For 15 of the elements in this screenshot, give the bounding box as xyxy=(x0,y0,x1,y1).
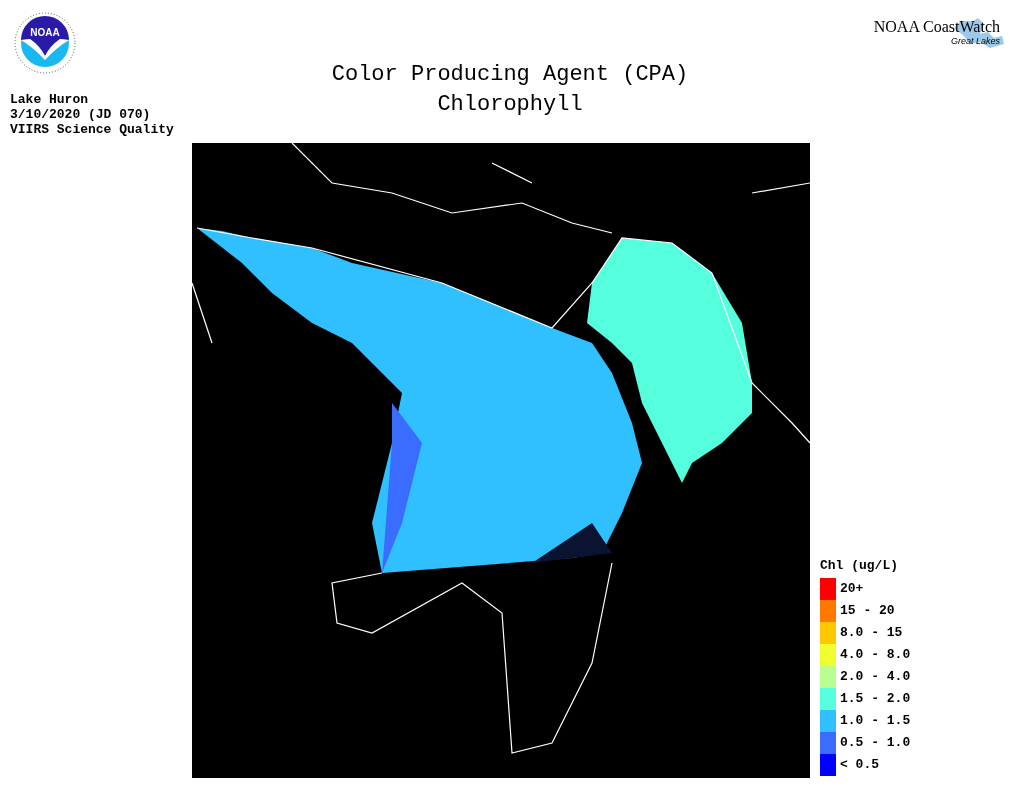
legend-label: 1.5 - 2.0 xyxy=(840,690,911,709)
info-text: 3/10/2020 (JD 070) xyxy=(10,107,152,122)
info-text: VIIRS Science Quality xyxy=(10,122,175,137)
legend-label: 2.0 - 4.0 xyxy=(840,668,911,687)
legend-label: 4.0 - 8.0 xyxy=(840,646,911,665)
legend-label: 20+ xyxy=(840,580,864,599)
map-title: Chlorophyll xyxy=(437,91,583,119)
legend-label: 1.0 - 1.5 xyxy=(840,712,911,731)
legend-title: Chl (ug/L) xyxy=(820,557,899,575)
legend-label: < 0.5 xyxy=(840,756,879,775)
info-text: Lake Huron xyxy=(10,92,89,107)
legend-label: 15 - 20 xyxy=(840,602,895,621)
map-title: Color Producing Agent (CPA) xyxy=(331,61,689,89)
legend-label: 8.0 - 15 xyxy=(840,624,903,643)
legend-label: 0.5 - 1.0 xyxy=(840,734,911,753)
